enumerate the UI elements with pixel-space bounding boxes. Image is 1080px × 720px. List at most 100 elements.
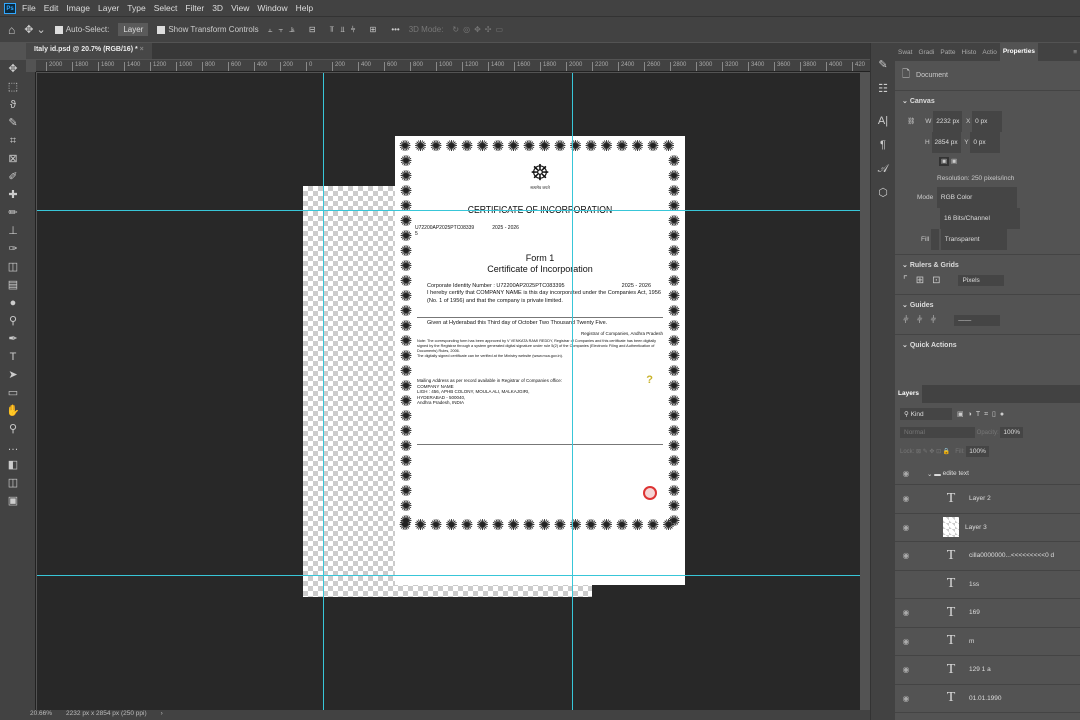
menu-type[interactable]: Type bbox=[127, 3, 145, 13]
panel-tab-gradi[interactable]: Gradi bbox=[915, 49, 937, 56]
guide-vertical[interactable] bbox=[323, 73, 324, 710]
menu-image[interactable]: Image bbox=[66, 3, 90, 13]
guide-style-dropdown[interactable]: —— bbox=[954, 315, 1001, 326]
panel-menu-icon[interactable]: ≡ bbox=[1070, 49, 1080, 56]
canvas-section[interactable]: ⌄ Canvas bbox=[895, 91, 1080, 111]
menu-select[interactable]: Select bbox=[154, 3, 178, 13]
layer-row[interactable]: ◉ T 129 1 a bbox=[895, 656, 1080, 685]
zoom-tool-icon[interactable]: ⚲ bbox=[0, 420, 26, 438]
menu-layer[interactable]: Layer bbox=[98, 3, 119, 13]
character-icon[interactable]: A| bbox=[871, 109, 895, 133]
menu-help[interactable]: Help bbox=[296, 3, 313, 13]
layer-row[interactable]: ◉ Tcilla0000000...<<<<<<<<<0 d bbox=[895, 542, 1080, 571]
colors-tool-icon[interactable]: ◧ bbox=[0, 456, 26, 474]
panel-tab-properties[interactable]: Properties bbox=[999, 43, 1038, 61]
quick-actions-section[interactable]: ⌄ Quick Actions bbox=[895, 334, 1080, 355]
align-icons[interactable]: ⫠⫟⫡ ⊟ ⫪⫫⫩ ⊞ bbox=[268, 25, 383, 35]
paragraph-icon[interactable]: ¶ bbox=[871, 133, 895, 157]
ruler-units-dropdown[interactable]: Pixels bbox=[958, 275, 1005, 286]
layer-row[interactable]: T 1ss bbox=[895, 571, 1080, 599]
guide-horizontal[interactable] bbox=[37, 575, 860, 576]
rectangle-tool-icon[interactable]: ▭ bbox=[0, 384, 26, 402]
blur-tool-icon[interactable]: ● bbox=[0, 294, 26, 312]
guides-section[interactable]: ⌄ Guides bbox=[895, 294, 1080, 315]
visibility-eye-icon[interactable]: ◉ bbox=[895, 494, 917, 503]
more-options-button[interactable]: ••• bbox=[391, 25, 399, 34]
3d-icon[interactable]: ⬡ bbox=[871, 181, 895, 205]
link-icon[interactable]: ⛓ bbox=[907, 118, 915, 125]
visibility-eye-icon[interactable]: ◉ bbox=[895, 694, 917, 703]
panel-tab-swat[interactable]: Swat bbox=[895, 49, 915, 56]
guides-icon[interactable]: ⫩ bbox=[903, 315, 909, 326]
adjustments-icon[interactable]: ☷ bbox=[871, 77, 895, 101]
type-tool-icon[interactable]: T bbox=[0, 348, 26, 366]
guide-lock-icon[interactable]: ⫩ bbox=[917, 315, 923, 326]
menu-view[interactable]: View bbox=[231, 3, 249, 13]
glyphs-icon[interactable]: 𝒜 bbox=[871, 157, 895, 181]
zoom-level[interactable]: 20.66% bbox=[30, 710, 52, 720]
bit-depth-dropdown[interactable]: 16 Bits/Channel bbox=[940, 208, 1020, 229]
pen-tool-icon[interactable]: ✒ bbox=[0, 330, 26, 348]
document-tab[interactable]: Italy id.psd @ 20.7% (RGB/16) * × bbox=[26, 43, 152, 59]
layers-tab[interactable]: Layers bbox=[895, 385, 922, 403]
screen-mode-tool-icon[interactable]: ▣ bbox=[0, 492, 26, 510]
more-tool-icon[interactable]: … bbox=[0, 438, 26, 456]
guide-layout-icon[interactable]: ⫩ bbox=[931, 315, 937, 326]
layer-group-row[interactable]: ◉ ⌄ ▬ edite text bbox=[895, 463, 1080, 485]
x-field[interactable]: 0 px bbox=[972, 111, 1003, 132]
crop-tool-icon[interactable]: ⌗ bbox=[0, 132, 26, 150]
auto-select-target-dropdown[interactable]: Layer bbox=[118, 23, 149, 36]
vertical-ruler[interactable] bbox=[26, 72, 36, 710]
landscape-icon[interactable]: ▣ bbox=[951, 158, 957, 165]
visibility-eye-icon[interactable]: ◉ bbox=[895, 469, 917, 478]
y-field[interactable]: 0 px bbox=[970, 132, 1001, 153]
grid-icon[interactable]: ⊞ bbox=[916, 275, 924, 286]
filter-icons[interactable]: ▣◑T⌗▯● bbox=[957, 410, 1008, 419]
eyedropper-tool-icon[interactable]: ✐ bbox=[0, 168, 26, 186]
move-tool-icon[interactable]: ✥ bbox=[0, 60, 26, 78]
dodge-tool-icon[interactable]: ⚲ bbox=[0, 312, 26, 330]
mode-dropdown[interactable]: RGB Color bbox=[936, 187, 1017, 208]
visibility-eye-icon[interactable]: ◉ bbox=[895, 637, 917, 646]
layer-row[interactable]: ◉ Layer 3 bbox=[895, 514, 1080, 542]
move-tool-icon[interactable]: ✥ ⌄ bbox=[24, 23, 46, 36]
canvas-area[interactable]: ✺ ✺ ✺ ✺ ✺ ✺ ✺ ✺ ✺ ✺ ✺ ✺ ✺ ✺ ✺ ✺ ✺ ✺ ✺ ✺ ✺ ✺ ✺ ✺ ✺ ✺ ✺ ✺ ✺ ✺ ✺ ✺ ✺ ✺ ✺ ✺ ✺ ✺ ✺ ✺… bbox=[37, 73, 860, 710]
fill-swatch[interactable] bbox=[931, 229, 939, 250]
menu-filter[interactable]: Filter bbox=[185, 3, 204, 13]
panel-tab-histo[interactable]: Histo bbox=[959, 49, 980, 56]
fill-dropdown[interactable]: Transparent bbox=[940, 229, 1007, 250]
home-icon[interactable]: ⌂ bbox=[8, 23, 15, 37]
layer-row[interactable]: ◉ T 01.01.1990 bbox=[895, 685, 1080, 713]
brush-settings-icon[interactable]: ✎ bbox=[871, 53, 895, 77]
ruler-toggle-icon[interactable]: ⌜ bbox=[903, 275, 908, 286]
guide-vertical[interactable] bbox=[572, 73, 573, 710]
gradient-tool-icon[interactable]: ▤ bbox=[0, 276, 26, 294]
lock-icons[interactable]: ⊠ ✎ ✥ ⊡ 🔒 bbox=[916, 449, 950, 455]
layer-row[interactable]: ◉ T Layer 2 bbox=[895, 485, 1080, 514]
opacity-field[interactable]: 100% bbox=[1000, 427, 1023, 438]
guide-horizontal[interactable] bbox=[37, 210, 860, 211]
history-brush-tool-icon[interactable]: ✑ bbox=[0, 240, 26, 258]
hand-tool-icon[interactable]: ✋ bbox=[0, 402, 26, 420]
frame-tool-icon[interactable]: ⊠ bbox=[0, 150, 26, 168]
layer-fill-field[interactable]: 100% bbox=[966, 446, 989, 457]
panel-tab-actio[interactable]: Actio bbox=[979, 49, 999, 56]
eraser-tool-icon[interactable]: ◫ bbox=[0, 258, 26, 276]
layer-row[interactable]: ◉ T 169 bbox=[895, 599, 1080, 628]
panel-tab-patte[interactable]: Patte bbox=[937, 49, 958, 56]
menu-edit[interactable]: Edit bbox=[44, 3, 59, 13]
visibility-eye-icon[interactable]: ◉ bbox=[895, 551, 917, 560]
visibility-eye-icon[interactable]: ◉ bbox=[895, 608, 917, 617]
height-field[interactable]: 2854 px bbox=[931, 132, 961, 153]
quick-mask-tool-icon[interactable]: ◫ bbox=[0, 474, 26, 492]
status-menu-arrow[interactable]: › bbox=[161, 710, 163, 720]
visibility-eye-icon[interactable]: ◉ bbox=[895, 523, 917, 532]
close-tab-icon[interactable]: × bbox=[140, 46, 144, 53]
width-field[interactable]: 2232 px bbox=[933, 111, 963, 132]
brush-tool-icon[interactable]: ✏ bbox=[0, 204, 26, 222]
layer-row[interactable]: ◉ Tm bbox=[895, 628, 1080, 656]
layer-filter-dropdown[interactable]: ⚲ Kind bbox=[900, 408, 952, 420]
path-select-tool-icon[interactable]: ➤ bbox=[0, 366, 26, 384]
marquee-tool-icon[interactable]: ⬚ bbox=[0, 78, 26, 96]
horizontal-ruler[interactable]: 2000 1800 1600 1400 1200 1000 800 600 400 200 0 200… bbox=[36, 60, 870, 72]
